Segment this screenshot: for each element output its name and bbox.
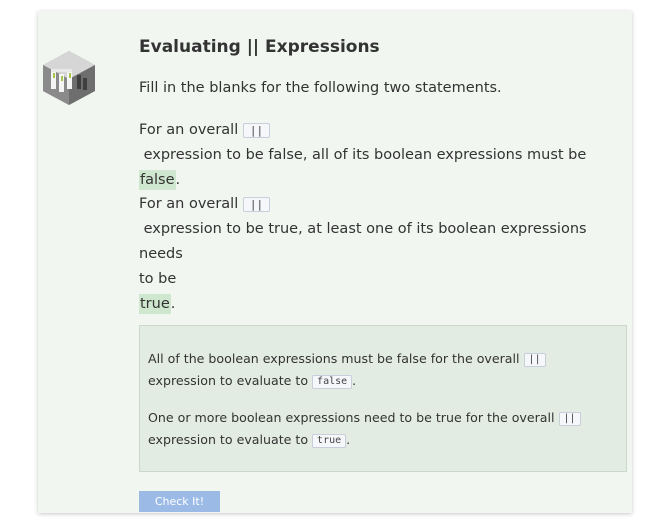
answer-blank-false[interactable]: false [139,170,176,190]
feedback-line-false: All of the boolean expressions must be f… [148,348,618,392]
statement-false: For an overall || expression to be false… [139,118,629,193]
instruction-text: Fill in the blanks for the following two… [139,80,502,96]
feedback-line-true: One or more boolean expressions need to … [148,407,618,451]
statement-suffix: . [175,172,181,188]
statement-text-line1: expression to be true, at least one of i… [139,221,587,262]
or-operator-code: || [558,411,581,426]
or-operator-code: || [523,352,546,367]
page-title: Evaluating || Expressions [139,37,380,57]
false-value-code: false [312,374,353,389]
or-operator-code: || [242,122,271,138]
feedback-text-cont: expression to evaluate to [148,373,309,388]
statement-true: For an overall || expression to be true,… [139,192,629,317]
answer-blank-true[interactable]: true [139,294,171,314]
statement-text-line2: to be [139,271,177,287]
feedback-text: All of the boolean expressions must be f… [148,351,520,366]
feedback-text-cont: expression to evaluate to [148,432,309,447]
statement-prefix: For an overall [139,122,239,138]
boolean-circuit-logo-icon [43,51,95,105]
check-it-button[interactable]: Check It! [139,491,220,512]
true-value-code: true [312,433,347,448]
statement-text: expression to be false, all of its boole… [143,147,587,163]
or-operator-code: || [242,196,271,212]
exercise-card: Evaluating || Expressions Fill in the bl… [38,11,632,513]
statement-prefix: For an overall [139,196,239,212]
feedback-text: One or more boolean expressions need to … [148,410,555,425]
feedback-panel: All of the boolean expressions must be f… [139,325,627,472]
statement-suffix: . [170,296,176,312]
